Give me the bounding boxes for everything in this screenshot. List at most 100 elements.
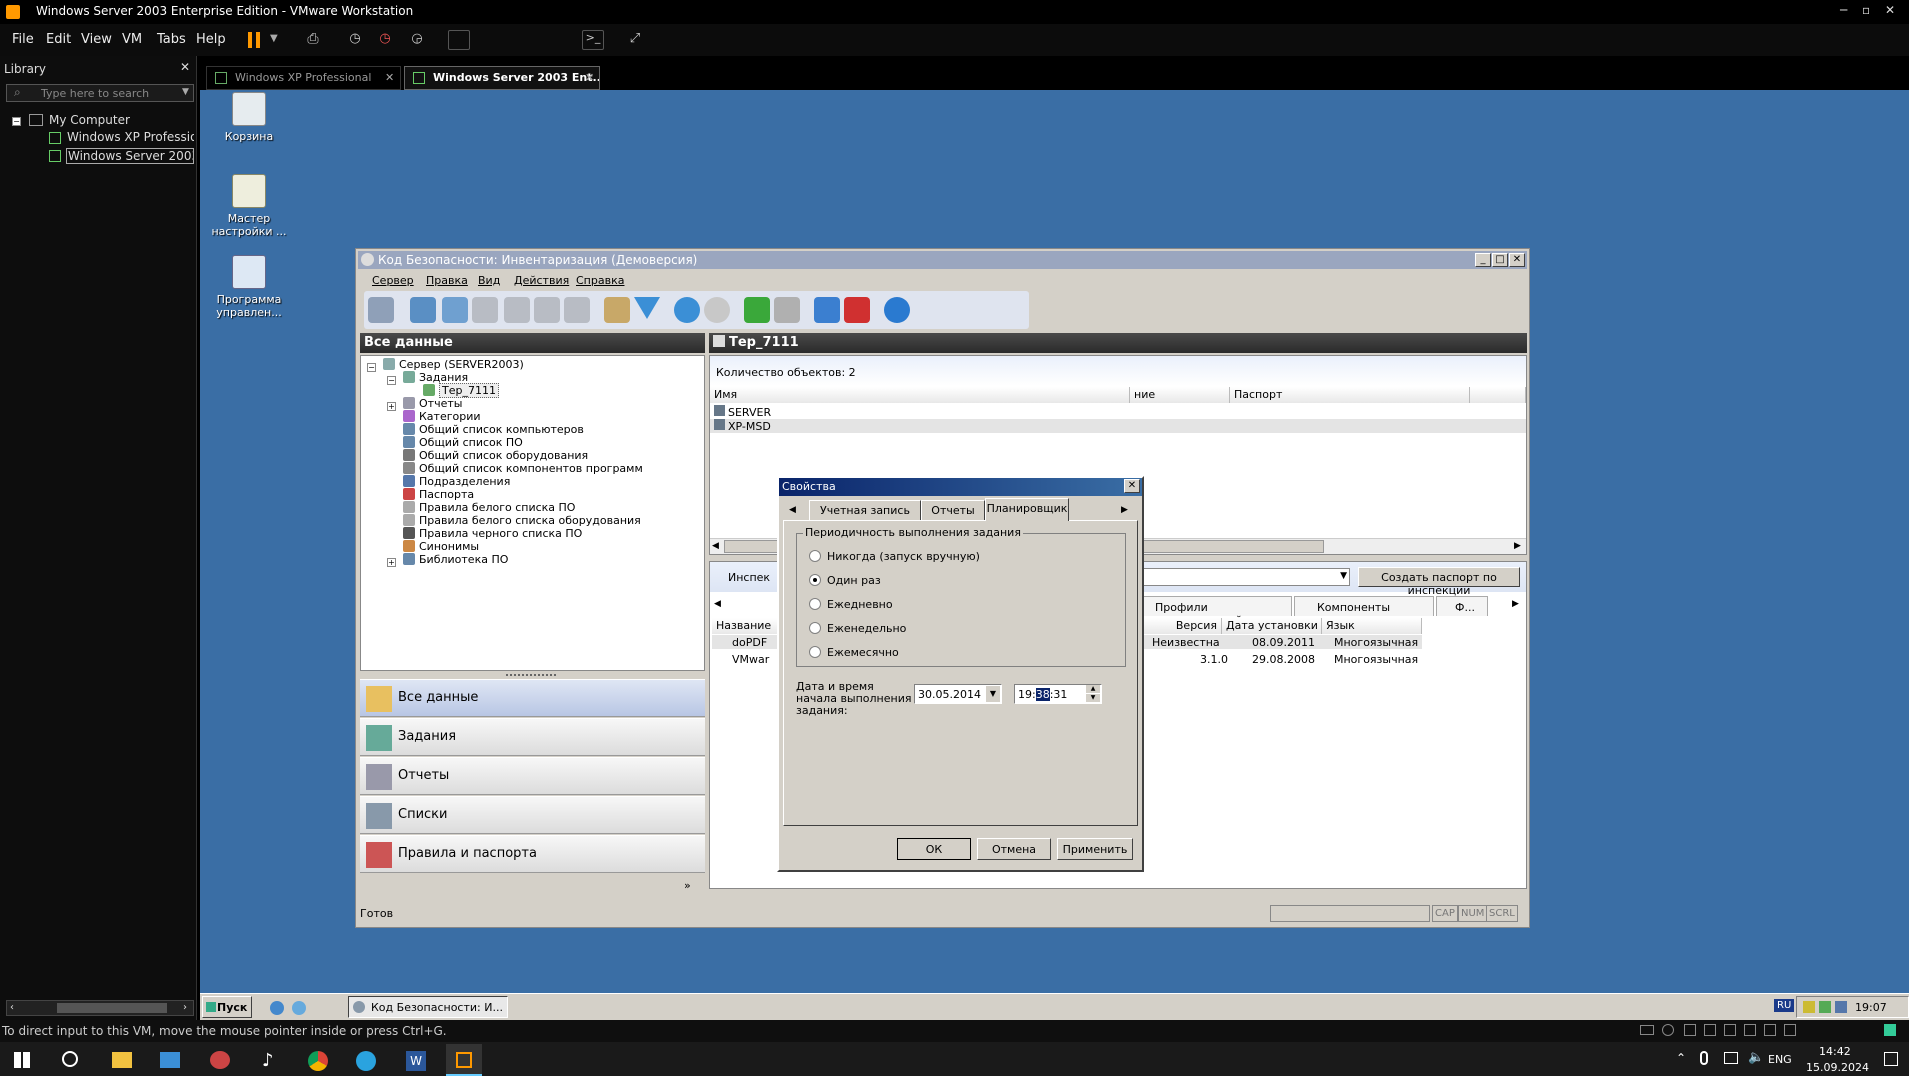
ie-quicklaunch-icon[interactable] [270, 1001, 284, 1015]
tab-profiles[interactable]: Профили пользователей [1130, 596, 1292, 627]
tree-item-reports[interactable]: Отчеты [403, 397, 462, 410]
properties-icon[interactable] [604, 297, 630, 323]
column-name[interactable]: Имя [710, 387, 1130, 403]
host-date[interactable]: 15.09.2024 [1806, 1061, 1869, 1074]
scroll-left-icon[interactable]: ‹ [10, 1002, 14, 1013]
tab-scroll-right-icon[interactable]: ▶ [1121, 505, 1128, 515]
tree-item-library[interactable]: Библиотека ПО [403, 553, 508, 566]
library-search-input[interactable]: Type here to search [6, 84, 194, 102]
radio-monthly[interactable]: Ежемесячно [809, 646, 899, 659]
floppy-icon[interactable] [1684, 1024, 1696, 1036]
menu-view[interactable]: Вид [478, 274, 500, 287]
column-desc[interactable]: ние [1130, 387, 1230, 403]
sw-column-lang[interactable]: Язык [1322, 618, 1422, 634]
library-close-icon[interactable]: ✕ [180, 60, 190, 74]
tab-close-icon[interactable]: ✕ [585, 71, 594, 84]
spin-up-icon[interactable]: ▲ [1086, 685, 1100, 693]
menu-view[interactable]: View [81, 32, 112, 47]
language-indicator[interactable]: RU [1774, 999, 1795, 1012]
tree-item-task-selected[interactable]: Тер_7111 [423, 383, 499, 398]
tree-item-computers[interactable]: Общий список компьютеров [403, 423, 584, 436]
security-tray-icon[interactable] [1803, 1001, 1815, 1013]
usb-icon[interactable] [1724, 1024, 1736, 1036]
add-computer-icon[interactable] [442, 297, 468, 323]
radio-never[interactable]: Никогда (запуск вручную) [809, 550, 980, 563]
column-passport[interactable]: Паспорт [1230, 387, 1470, 403]
close-icon[interactable]: ✕ [1509, 253, 1525, 267]
volume-icon[interactable]: 🔈 [1748, 1050, 1764, 1065]
nav-tasks[interactable]: Задания [360, 718, 705, 756]
tab-files[interactable]: Ф... [1436, 596, 1488, 616]
menu-vm[interactable]: VM [122, 32, 142, 47]
menu-file[interactable]: File [12, 32, 34, 47]
scroll-thumb[interactable] [57, 1003, 167, 1013]
radio-circle[interactable] [809, 550, 821, 562]
scroll-right-icon[interactable]: › [183, 1002, 187, 1013]
tree-item-departments[interactable]: Подразделения [403, 475, 510, 488]
menu-tabs[interactable]: Tabs [157, 32, 186, 47]
tab-windows-xp[interactable]: Windows XP Professional ✕ [206, 66, 401, 90]
tree-item-components[interactable]: Общий список компонентов программ [403, 462, 643, 475]
nav-more-chevron-icon[interactable]: » [684, 879, 691, 892]
thumbnail-bar-icon[interactable] [478, 30, 500, 50]
desktop-icon-setup-wizard[interactable]: Мастер настройки ... [204, 174, 294, 238]
date-picker[interactable]: 30.05.2014 ▼ [914, 684, 1002, 704]
delete-icon[interactable] [844, 297, 870, 323]
tab-close-icon[interactable]: ✕ [385, 71, 394, 84]
menu-server[interactable]: Сервер [372, 274, 414, 287]
menu-help[interactable]: Справка [576, 274, 624, 287]
tab-reports[interactable]: Отчеты [921, 500, 985, 520]
time-picker[interactable]: 19:38:31 ▲ ▼ [1014, 684, 1102, 704]
full-screen-icon[interactable] [508, 30, 530, 50]
nav-forward-icon[interactable] [704, 297, 730, 323]
tree-item-synonyms[interactable]: Синонимы [403, 540, 479, 553]
collapse-icon[interactable]: − [12, 117, 21, 126]
list-row-selected[interactable]: XP-MSD [710, 419, 1526, 433]
tab-account[interactable]: Учетная запись [809, 500, 921, 520]
nav-rules-passports[interactable]: Правила и паспорта [360, 835, 705, 873]
desktop-icon-program-manager[interactable]: Программа управлен... [204, 255, 294, 319]
word-icon[interactable]: W [406, 1051, 426, 1071]
help-icon[interactable] [884, 297, 910, 323]
explorer-quicklaunch-icon[interactable] [292, 1001, 306, 1015]
maximize-icon[interactable]: ▫ [1862, 3, 1870, 17]
play-icon[interactable] [744, 297, 770, 323]
menu-edit[interactable]: Edit [46, 32, 71, 47]
list-icon[interactable] [564, 297, 590, 323]
list-row[interactable]: SERVER [714, 405, 771, 419]
inspection-select[interactable]: ▼ [1110, 568, 1350, 586]
nav-back-icon[interactable] [674, 297, 700, 323]
snapshot-icon[interactable]: ◷ [344, 30, 366, 50]
tab-components[interactable]: Компоненты программ [1294, 596, 1434, 627]
expand-icon[interactable]: + [387, 402, 396, 411]
tree-item-whitelist-sw[interactable]: Правила белого списка ПО [403, 501, 575, 514]
scroll-right-icon[interactable]: ▶ [1514, 541, 1521, 551]
telegram-icon[interactable] [356, 1051, 376, 1071]
app-tray-icon[interactable] [1835, 1001, 1847, 1013]
dialog-close-icon[interactable]: ✕ [1124, 479, 1140, 493]
show-library-icon[interactable] [448, 30, 470, 50]
create-passport-button[interactable]: Создать паспорт по инспекции [1358, 567, 1520, 597]
start-button[interactable]: Пуск [202, 996, 252, 1018]
cancel-button[interactable]: Отмена [977, 838, 1051, 860]
close-icon[interactable]: ✕ [1885, 3, 1895, 17]
maximize-icon[interactable]: □ [1492, 253, 1508, 267]
radio-weekly[interactable]: Еженедельно [809, 622, 906, 635]
printer-icon[interactable] [1764, 1024, 1776, 1036]
app-icon[interactable] [160, 1052, 180, 1068]
users-icon[interactable] [534, 297, 560, 323]
report-icon[interactable] [504, 297, 530, 323]
host-time[interactable]: 14:42 [1819, 1045, 1851, 1058]
sw-column-date[interactable]: Дата установки [1222, 618, 1322, 634]
splitter-grip[interactable] [506, 674, 556, 677]
revert-snapshot-icon[interactable]: ◷ [374, 30, 396, 50]
library-vm-item[interactable]: Windows XP Professiona [67, 130, 194, 144]
spin-down-icon[interactable]: ▼ [1086, 694, 1100, 702]
copy-icon[interactable] [472, 297, 498, 323]
app-icon[interactable] [210, 1051, 230, 1069]
library-root[interactable]: My Computer [49, 113, 130, 127]
radio-circle[interactable] [809, 646, 821, 658]
expand-icon[interactable]: + [387, 558, 396, 567]
radio-circle[interactable] [809, 622, 821, 634]
radio-once[interactable]: Один раз [809, 574, 881, 587]
